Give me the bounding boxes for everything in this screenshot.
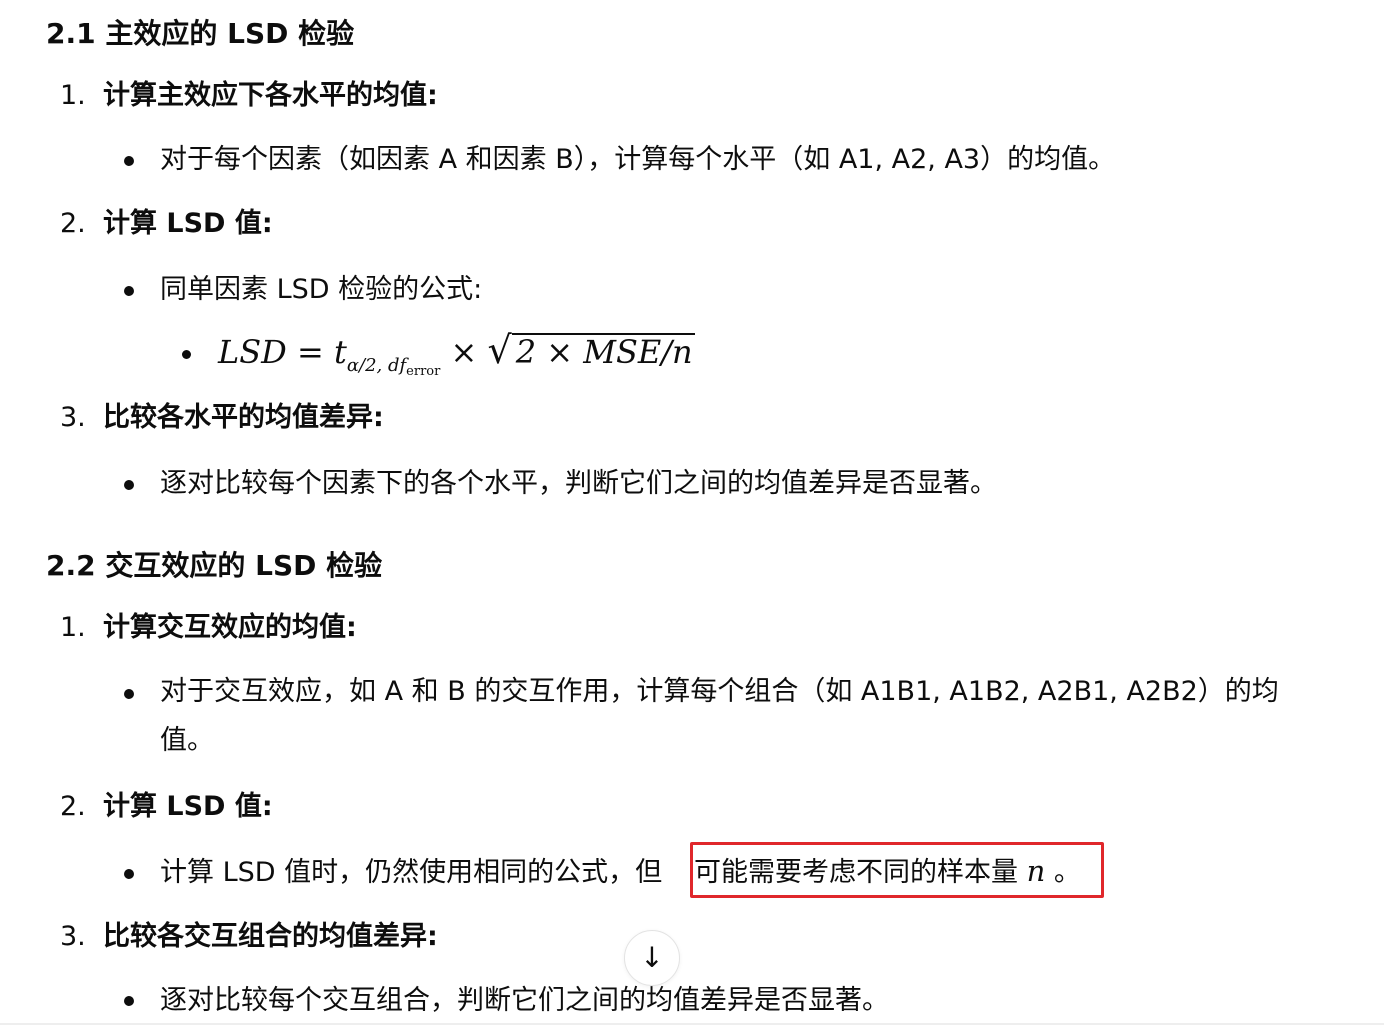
formula-radicand: 2 × MSE/n	[511, 333, 695, 369]
step-number: 2.	[60, 791, 86, 822]
period: 。	[1053, 857, 1081, 888]
bullet-text-line1: 对于交互效应，如 A 和 B 的交互作用，计算每个组合（如 A1B1, A1B2…	[160, 676, 1279, 707]
step-number: 3.	[60, 921, 86, 952]
lsd-formula: LSD = tα/2, dferror × √ 2 × MSE/n	[218, 330, 695, 392]
section-heading-2-1: 2.1 主效应的 LSD 检验	[46, 17, 355, 50]
bullet-dot	[124, 996, 134, 1006]
formula-subsubscript: error	[406, 364, 441, 379]
scroll-to-bottom-button[interactable]: ↓	[624, 930, 680, 986]
step-number: 1.	[60, 80, 86, 111]
bullet-text: 逐对比较每个交互组合，判断它们之间的均值差异是否显著。	[160, 985, 889, 1016]
step-title: 计算 LSD 值:	[103, 208, 273, 239]
bullet-dot	[124, 286, 134, 296]
step-number: 1.	[60, 612, 86, 643]
step-number: 3.	[60, 402, 86, 433]
highlighted-phrase: 可能需要考虑不同的样本量	[694, 857, 1018, 888]
formula-times: ×	[450, 333, 478, 371]
formula-equals: =	[297, 333, 324, 371]
bullet-text-prefix: 计算 LSD 值时，仍然使用相同的公式，但	[160, 857, 663, 888]
bullet-dot	[124, 869, 134, 879]
arrow-down-icon: ↓	[640, 941, 664, 974]
variable-n: n	[1026, 854, 1046, 888]
step-title: 计算主效应下各水平的均值:	[103, 80, 438, 111]
formula-t: t	[333, 333, 347, 371]
bullet-dot	[182, 350, 191, 359]
bullet-text-highlighted: 可能需要考虑不同的样本量 n 。	[694, 849, 1081, 897]
bullet-text: 对于每个因素（如因素 A 和因素 B），计算每个水平（如 A1, A2, A3）…	[160, 144, 1116, 175]
bullet-text-line2: 值。	[160, 725, 214, 756]
formula-subscript: α/2, df	[346, 355, 407, 376]
formula-lhs: LSD	[218, 333, 287, 371]
step-title: 比较各交互组合的均值差异:	[103, 921, 438, 952]
step-title: 计算 LSD 值:	[103, 791, 273, 822]
bullet-dot	[124, 689, 134, 699]
bullet-dot	[124, 156, 134, 166]
chat-response-content: 2.1 主效应的 LSD 检验 1. 计算主效应下各水平的均值: 对于每个因素（…	[0, 0, 1384, 1025]
bullet-text: 逐对比较每个因素下的各个水平，判断它们之间的均值差异是否显著。	[160, 468, 997, 499]
section-heading-2-2: 2.2 交互效应的 LSD 检验	[46, 549, 383, 582]
step-number: 2.	[60, 208, 86, 239]
bullet-dot	[124, 480, 134, 490]
step-title: 计算交互效应的均值:	[103, 612, 357, 643]
sqrt-icon: √	[487, 328, 512, 372]
bullet-text: 同单因素 LSD 检验的公式:	[160, 274, 483, 305]
step-title: 比较各水平的均值差异:	[103, 402, 384, 433]
